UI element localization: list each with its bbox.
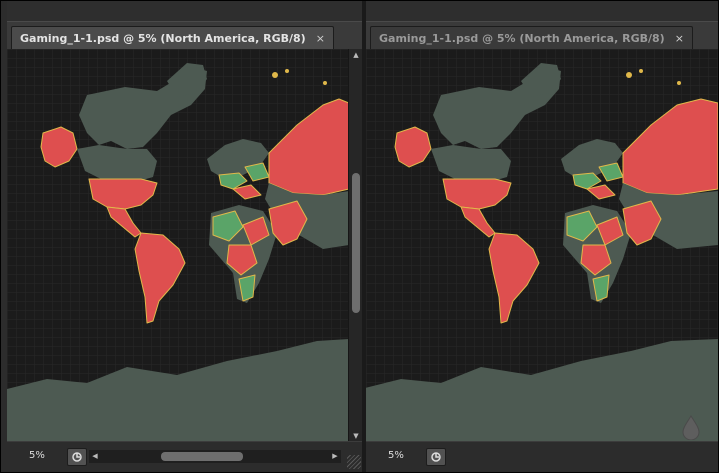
scroll-thumb-horizontal[interactable] [161,452,243,461]
scroll-left-icon[interactable]: ◀ [89,450,101,463]
vertical-scrollbar[interactable]: ▲ ▼ [348,49,363,442]
zoom-level[interactable]: 5% [29,450,45,461]
scroll-thumb-vertical[interactable] [352,173,360,313]
document-canvas[interactable] [366,49,718,442]
status-bar: 5% ◀ ▶ [7,441,363,472]
document-canvas[interactable] [7,49,349,442]
navigator-icon[interactable] [426,448,446,466]
tab-bar: Gaming_1-1.psd @ 5% (North America, RGB/… [366,21,718,50]
close-icon[interactable]: × [675,32,684,45]
world-map [366,49,718,442]
tab-title: Gaming_1-1.psd @ 5% (North America, RGB/… [20,31,306,45]
droplet-icon [682,415,700,440]
document-pane-right: Gaming_1-1.psd @ 5% (North America, RGB/… [366,1,718,472]
document-tab[interactable]: Gaming_1-1.psd @ 5% (North America, RGB/… [11,26,334,49]
scroll-right-icon[interactable]: ▶ [329,450,341,463]
tab-bar: Gaming_1-1.psd @ 5% (North America, RGB/… [7,21,363,50]
tab-title: Gaming_1-1.psd @ 5% (North America, RGB/… [379,31,665,45]
world-map [7,49,349,442]
zoom-level[interactable]: 5% [388,450,404,461]
close-icon[interactable]: × [316,32,325,45]
horizontal-scrollbar[interactable]: ◀ ▶ [89,450,341,463]
navigator-icon[interactable] [67,448,87,466]
document-tab[interactable]: Gaming_1-1.psd @ 5% (North America, RGB/… [370,26,693,49]
resize-grip-icon[interactable] [347,455,361,469]
status-bar: 5% [366,441,718,472]
scroll-up-icon[interactable]: ▲ [349,49,363,61]
photoshop-window: Gaming_1-1.psd @ 5% (North America, RGB/… [0,0,719,473]
document-pane-left: Gaming_1-1.psd @ 5% (North America, RGB/… [7,1,363,472]
